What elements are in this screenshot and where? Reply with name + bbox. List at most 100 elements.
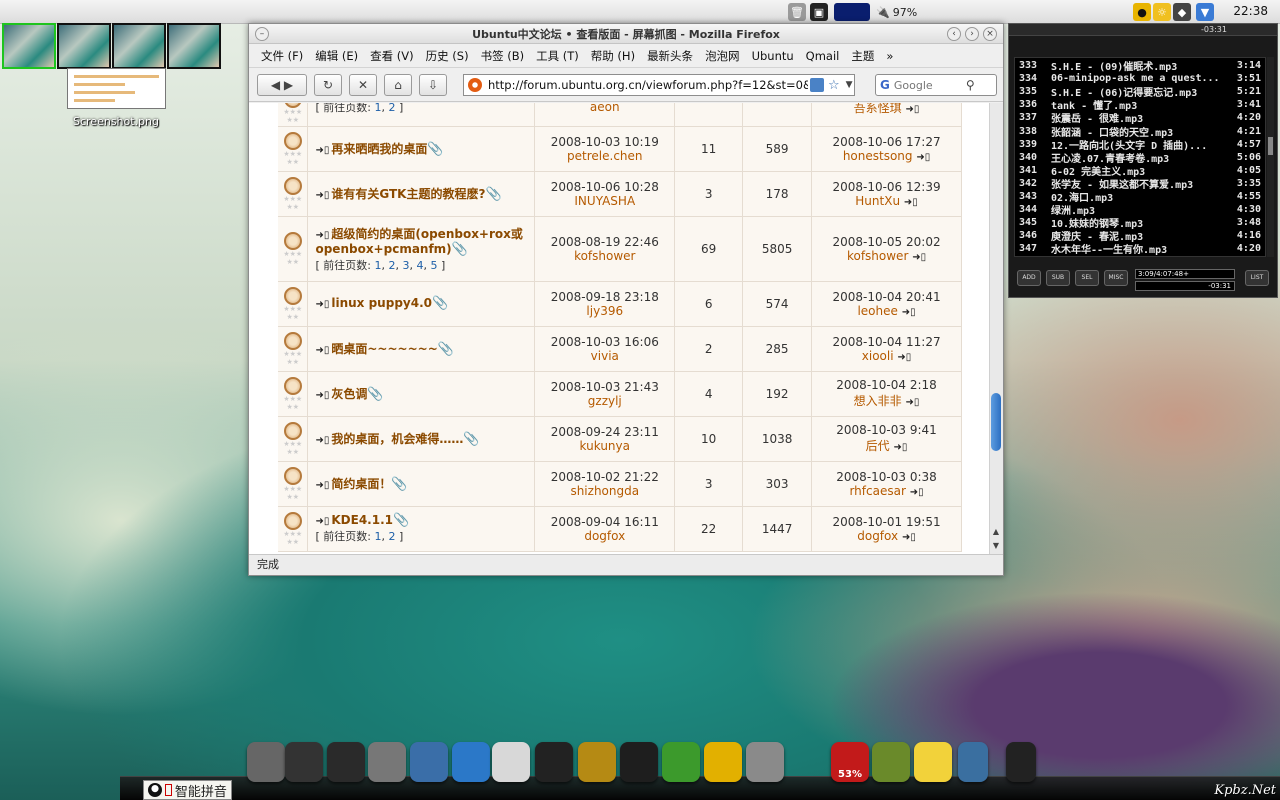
sub-button[interactable]: SUB xyxy=(1046,270,1070,286)
cpu-monitor-tray[interactable] xyxy=(834,3,870,21)
author-link[interactable]: petrele.chen xyxy=(535,149,674,163)
menu-help[interactable]: 帮助 (H) xyxy=(585,48,641,64)
home-button[interactable]: ⌂ xyxy=(384,73,412,96)
last-post-user-link[interactable]: leohee xyxy=(857,304,897,318)
menu-bookmarks[interactable]: 书签 (B) xyxy=(475,48,531,64)
scroll-down-icon[interactable]: ▼ xyxy=(990,541,1002,553)
back-forward-button[interactable]: ◀ ▶ xyxy=(257,73,307,96)
author-link[interactable]: aeon xyxy=(535,103,674,114)
go-to-post-icon[interactable]: ➜▯ xyxy=(904,197,918,208)
playlist-item[interactable]: 344 绿洲.mp3 4:30 xyxy=(1015,203,1265,217)
playlist-scroll-thumb[interactable] xyxy=(1268,137,1273,155)
author-link[interactable]: INUYASHA xyxy=(535,194,674,208)
topic-title-link[interactable]: 谁有有关GTK主题的教程麽? xyxy=(331,187,485,201)
topic-title-link[interactable]: 我的桌面，机会难得…… xyxy=(331,432,463,446)
go-to-post-icon[interactable]: ➜▯ xyxy=(910,487,924,498)
last-post-user-link[interactable]: kofshower xyxy=(847,249,908,263)
go-to-post-icon[interactable]: ➜▯ xyxy=(902,532,916,543)
url-bar[interactable]: http://forum.ubuntu.org.cn/viewforum.php… xyxy=(463,74,855,96)
player-titlebar[interactable]: -03:31 xyxy=(1009,24,1277,36)
security-tray[interactable]: ◆ xyxy=(1173,3,1191,21)
minimize-icon[interactable]: ‹ xyxy=(947,27,961,41)
author-link[interactable]: vivia xyxy=(535,349,674,363)
last-post-user-link[interactable]: rhfcaesar xyxy=(849,484,905,498)
scrollbar-thumb[interactable] xyxy=(991,393,1001,451)
reload-button[interactable]: ↻ xyxy=(314,73,342,96)
playlist-item[interactable]: 333 S.H.E - (09)催眠术.mp3 3:14 xyxy=(1015,59,1265,73)
add-button[interactable]: ADD xyxy=(1017,270,1041,286)
clock[interactable]: 22:38 xyxy=(1233,4,1268,18)
bookmark-qmail[interactable]: Qmail xyxy=(800,49,846,63)
author-link[interactable]: dogfox xyxy=(535,529,674,543)
go-to-post-icon[interactable]: ➜▯ xyxy=(916,152,930,163)
page-link[interactable]: 1 xyxy=(374,259,381,272)
dock-monitor-icon[interactable] xyxy=(746,742,784,782)
terminal-tray[interactable]: ▣ xyxy=(810,3,828,21)
window-menu-icon[interactable]: – xyxy=(255,27,269,41)
playlist-item[interactable]: 340 王心凌.07.青春考卷.mp3 5:06 xyxy=(1015,151,1265,165)
author-link[interactable]: shizhongda xyxy=(535,484,674,498)
playlist-item[interactable]: 343 02.海口.mp3 4:55 xyxy=(1015,190,1265,204)
desktop-icon-screenshot[interactable]: Screenshot.png xyxy=(66,68,166,128)
dock-video-editor-icon[interactable] xyxy=(535,742,573,782)
scroll-up-icon[interactable]: ▲ xyxy=(990,527,1002,539)
playlist-item[interactable]: 346 庾澄庆 - 春泥.mp3 4:16 xyxy=(1015,229,1265,243)
topic-title-link[interactable]: linux puppy4.0 xyxy=(331,296,432,310)
go-to-post-icon[interactable]: ➜▯ xyxy=(906,104,920,115)
dock-screenshot-icon[interactable] xyxy=(368,742,406,782)
list-button[interactable]: LIST xyxy=(1245,270,1269,286)
dock-browser-icon[interactable] xyxy=(452,742,490,782)
menu-history[interactable]: 历史 (S) xyxy=(420,48,475,64)
dock-messenger-icon[interactable] xyxy=(492,742,530,782)
author-link[interactable]: gzzylj xyxy=(535,394,674,408)
workspace-1[interactable] xyxy=(2,23,56,69)
dock-qq-icon[interactable] xyxy=(704,742,742,782)
maximize-icon[interactable]: › xyxy=(965,27,979,41)
go-to-post-icon[interactable]: ➜▯ xyxy=(897,352,911,363)
dock-tux-icon[interactable] xyxy=(1006,742,1036,782)
go-to-post-icon[interactable]: ➜▯ xyxy=(902,307,916,318)
last-post-user-link[interactable]: 想入非非 xyxy=(854,394,902,408)
author-link[interactable]: ljy396 xyxy=(535,304,674,318)
page-link[interactable]: 2 xyxy=(388,259,395,272)
dock-app-icon[interactable] xyxy=(410,742,448,782)
page-link[interactable]: 1 xyxy=(374,103,381,114)
last-post-user-link[interactable]: 吾系怪琪 xyxy=(854,103,902,115)
menu-tools[interactable]: 工具 (T) xyxy=(530,48,585,64)
page-link[interactable]: 2 xyxy=(388,103,395,114)
author-link[interactable]: kofshower xyxy=(535,249,674,263)
playlist-item[interactable]: 336 tank - 懂了.mp3 3:41 xyxy=(1015,98,1265,112)
network-tray[interactable]: ▼ xyxy=(1196,3,1214,21)
playlist-item[interactable]: 339 12.一路向北(头文字 D 插曲)... 4:57 xyxy=(1015,138,1265,152)
page-link[interactable]: 2 xyxy=(388,530,395,543)
workspace-2[interactable] xyxy=(57,23,111,69)
workspace-4[interactable] xyxy=(167,23,221,69)
dock-movie-player-icon[interactable] xyxy=(327,742,365,782)
google-engine-icon[interactable]: G xyxy=(880,78,890,92)
dock-music-player-icon[interactable] xyxy=(578,742,616,782)
qq-tray[interactable]: ● xyxy=(1133,3,1151,21)
weather-tray[interactable]: ☼ xyxy=(1153,3,1171,21)
dock-notes-icon[interactable] xyxy=(914,742,952,782)
last-post-user-link[interactable]: HuntXu xyxy=(855,194,900,208)
dock-game-icon[interactable] xyxy=(662,742,700,782)
topic-title-link[interactable]: 灰色调 xyxy=(331,387,367,401)
bookmark-headlines[interactable]: 最新头条 xyxy=(641,48,699,64)
bookmark-ubuntu[interactable]: Ubuntu xyxy=(746,49,800,63)
rss-icon[interactable] xyxy=(810,78,824,92)
page-link[interactable]: 5 xyxy=(430,259,437,272)
playlist-item[interactable]: 335 S.H.E - (06)记得要忘记.mp3 5:21 xyxy=(1015,85,1265,99)
bookmark-star-icon[interactable]: ☆ xyxy=(828,78,840,93)
topic-title-link[interactable]: 晒桌面~~~~~~~ xyxy=(331,342,437,356)
sel-button[interactable]: SEL xyxy=(1075,270,1099,286)
menu-edit[interactable]: 编辑 (E) xyxy=(309,48,364,64)
misc-button[interactable]: MISC xyxy=(1104,270,1128,286)
author-link[interactable]: kukunya xyxy=(535,439,674,453)
menu-file[interactable]: 文件 (F) xyxy=(255,48,309,64)
download-button[interactable]: ⇩ xyxy=(419,73,447,96)
page-link[interactable]: 4 xyxy=(416,259,423,272)
url-dropdown-icon[interactable]: ▼ xyxy=(846,80,853,90)
dock-system-monitor-icon[interactable] xyxy=(872,742,910,782)
last-post-user-link[interactable]: xiooli xyxy=(862,349,894,363)
go-to-post-icon[interactable]: ➜▯ xyxy=(912,252,926,263)
